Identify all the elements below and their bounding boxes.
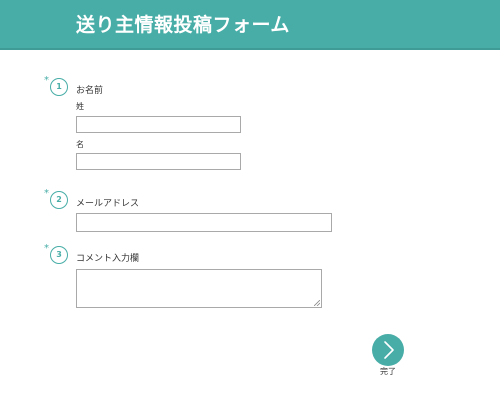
chevron-right-icon — [384, 341, 394, 359]
question-number-badge: 2 — [50, 191, 68, 209]
comment-textarea[interactable] — [76, 269, 322, 308]
header-bar: 送り主情報投稿フォーム — [0, 0, 500, 50]
required-mark: * — [44, 75, 49, 86]
email-input[interactable] — [76, 213, 332, 232]
question-number-badge: 1 — [50, 78, 68, 96]
page-title: 送り主情報投稿フォーム — [76, 14, 290, 36]
first-name-input[interactable] — [76, 153, 241, 170]
last-name-label: 姓 — [76, 102, 84, 111]
last-name-input[interactable] — [76, 116, 241, 133]
first-name-label: 名 — [76, 140, 84, 149]
complete-button[interactable] — [372, 334, 404, 366]
complete-button-label: 完了 — [380, 367, 396, 376]
resize-handle-icon[interactable] — [314, 300, 320, 306]
question-label: コメント入力欄 — [76, 254, 140, 264]
question-number-badge: 3 — [50, 246, 68, 264]
question-label: メールアドレス — [76, 199, 140, 209]
required-mark: * — [44, 188, 49, 199]
required-mark: * — [44, 243, 49, 254]
question-label: お名前 — [76, 86, 104, 96]
